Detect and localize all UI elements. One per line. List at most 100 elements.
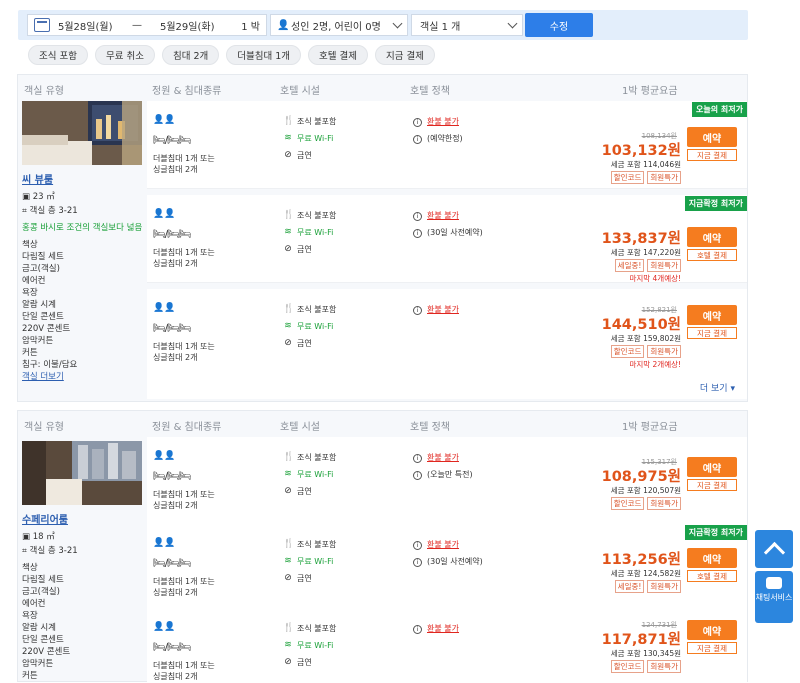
- pay-option[interactable]: 지금 결제: [687, 327, 737, 339]
- book-button[interactable]: 예약: [687, 227, 737, 247]
- header-capacity: 정원 & 침대종류: [152, 422, 222, 433]
- more-rates-link[interactable]: 더 보기 ▾: [700, 381, 735, 394]
- filter-chips: 조식 포함 무료 취소 침대 2개 더블침대 1개 호텔 결제 지금 결제: [28, 45, 435, 65]
- capacity-icons: 👤👤: [153, 303, 176, 313]
- price: 144,510원: [601, 317, 681, 333]
- room-amenities: 책상 다림질 세트 금고(객실) 에어컨 욕장 알람 시계 단일 콘센트 220…: [22, 239, 146, 383]
- room-info: 씨 뷰룸 ▣ 23 ㎡ ⌗ 객실 층 3-21 홍콩 바시로 조건의 객실보다 …: [22, 101, 146, 383]
- info-icon: i: [413, 471, 422, 480]
- modify-search-button[interactable]: 수정: [525, 13, 593, 37]
- book-button[interactable]: 예약: [687, 620, 737, 640]
- bed-icons: 🛏/🛏🛏: [153, 323, 191, 334]
- wifi-icon: ≋: [284, 133, 292, 143]
- book-button[interactable]: 예약: [687, 457, 737, 477]
- rate-row: 👤👤 🛏/🛏🛏 더블침대 1개 또는 싱글침대 2개 🍴 조식 불포함 ≋ 무료 Wi…: [147, 437, 747, 525]
- room-name-link[interactable]: 씨 뷰룸: [22, 171, 146, 186]
- header-price: 1박 평균요금: [622, 422, 678, 433]
- floor-icon: ⌗: [22, 206, 27, 216]
- scarcity-note: 마지막 4개예상!: [629, 274, 681, 283]
- room-size: ▣ 18 ㎡: [22, 532, 55, 542]
- bed-description: 더블침대 1개 또는 싱글침대 2개: [153, 342, 215, 362]
- facilities: 🍴 조식 불포함 ≋ 무료 Wi-Fi ⊘ 금연: [283, 301, 336, 352]
- price-with-tax: 세금 포함 130,345원: [610, 649, 681, 658]
- utensils-icon: 🍴: [283, 304, 295, 314]
- date-picker[interactable]: 5월28일(월) — 5월29일(화) 1 박: [27, 14, 267, 36]
- info-icon: i: [413, 212, 422, 221]
- utensils-icon: 🍴: [283, 623, 295, 633]
- no-smoking-icon: ⊘: [284, 338, 292, 348]
- pay-option[interactable]: 지금 결제: [687, 149, 737, 161]
- wifi-icon: ≋: [284, 556, 292, 566]
- guest-selector[interactable]: 👤 성인 2명, 어린이 0명: [270, 14, 408, 36]
- no-smoking-icon: ⊘: [284, 573, 292, 583]
- bed-description: 더블침대 1개 또는 싱글침대 2개: [153, 248, 215, 268]
- price-with-tax: 세금 포함 120,507원: [610, 486, 681, 495]
- book-button[interactable]: 예약: [687, 548, 737, 568]
- lowest-price-badge: 오늘의 최저가: [692, 102, 747, 117]
- pay-option[interactable]: 호텔 결제: [687, 570, 737, 582]
- bed-icons: 🛏/🛏🛏: [153, 229, 191, 240]
- size-icon: ▣: [22, 532, 31, 542]
- policy: i 환불 불가 i (30일 사전예약): [413, 207, 483, 241]
- book-button[interactable]: 예약: [687, 127, 737, 147]
- filter-pay-now[interactable]: 지금 결제: [375, 45, 435, 65]
- bed-icons: 🛏/🛏🛏: [153, 558, 191, 569]
- capacity-icons: 👤👤: [153, 115, 176, 125]
- price-with-tax: 세금 포함 114,046원: [610, 160, 681, 169]
- facilities: 🍴 조식 불포함 ≋ 무료 Wi-Fi ⊘ 금연: [283, 620, 336, 671]
- price-with-tax: 세금 포함 124,582원: [610, 569, 681, 578]
- bed-icons: 🛏/🛏🛏: [153, 471, 191, 482]
- utensils-icon: 🍴: [283, 539, 295, 549]
- room-section-superior: 객실 유형 정원 & 침대종류 호텔 시설 호텔 정책 1박 평균요금 수페리어…: [17, 410, 748, 683]
- capacity-icons: 👤👤: [153, 209, 176, 219]
- room-section-seaview: 객실 유형 정원 & 침대종류 호텔 시설 호텔 정책 1박 평균요금 씨 뷰룸…: [17, 74, 748, 402]
- search-bar: 5월28일(월) — 5월29일(화) 1 박 👤 성인 2명, 어린이 0명 …: [18, 10, 748, 40]
- nights-count: 1 박: [241, 21, 260, 33]
- room-size: ▣ 23 ㎡: [22, 192, 55, 202]
- info-icon: i: [413, 625, 422, 634]
- person-icon: 👤: [277, 20, 290, 31]
- price: 133,837원: [601, 231, 681, 247]
- header-facilities: 호텔 시설: [280, 422, 320, 433]
- bed-description: 더블침대 1개 또는 싱글침대 2개: [153, 577, 215, 597]
- utensils-icon: 🍴: [283, 116, 295, 126]
- no-smoking-icon: ⊘: [284, 486, 292, 496]
- room-photo[interactable]: [22, 441, 142, 505]
- info-icon: i: [413, 306, 422, 315]
- book-button[interactable]: 예약: [687, 305, 737, 325]
- filter-breakfast[interactable]: 조식 포함: [28, 45, 88, 65]
- pay-option[interactable]: 지금 결제: [687, 479, 737, 491]
- confirm-lowest-badge: 지금확정 최저가: [684, 196, 747, 211]
- chat-bubble-icon: [766, 577, 782, 589]
- wifi-icon: ≋: [284, 321, 292, 331]
- policy: i 환불 불가 i (30일 사전예약): [413, 536, 483, 570]
- rate-row: 👤👤 🛏/🛏🛏 더블침대 1개 또는 싱글침대 2개 🍴 조식 불포함 ≋ 무료 Wi…: [147, 101, 747, 189]
- filter-hotel-pay[interactable]: 호텔 결제: [308, 45, 369, 65]
- room-more-link[interactable]: 객실 더보기: [22, 371, 146, 383]
- facilities: 🍴 조식 불포함 ≋ 무료 Wi-Fi ⊘ 금연: [283, 207, 336, 258]
- pay-option[interactable]: 지금 결제: [687, 642, 737, 654]
- filter-two-beds[interactable]: 침대 2개: [161, 45, 220, 65]
- capacity-icons: 👤👤: [153, 538, 176, 548]
- header-facilities: 호텔 시설: [280, 86, 320, 97]
- guest-summary: 성인 2명, 어린이 0명: [291, 21, 381, 33]
- chat-service-button[interactable]: 채팅서비스: [755, 571, 793, 623]
- date-separator: —: [132, 19, 142, 31]
- filter-free-cancel[interactable]: 무료 취소: [94, 45, 155, 65]
- scarcity-note: 마지막 2개예상!: [629, 360, 681, 369]
- room-photo[interactable]: [22, 101, 142, 165]
- pay-option[interactable]: 호텔 결제: [687, 249, 737, 261]
- room-count-selector[interactable]: 객실 1 개: [411, 14, 523, 36]
- info-icon: i: [413, 229, 422, 238]
- header-room-type: 객실 유형: [24, 86, 64, 97]
- room-name-link[interactable]: 수페리어룸: [22, 511, 146, 526]
- scroll-top-button[interactable]: [755, 530, 793, 568]
- info-icon: i: [413, 558, 422, 567]
- room-amenities: 책상 다림질 세트 금고(객실) 에어컨 욕장 알람 시계 단일 콘센트 220…: [22, 563, 71, 681]
- utensils-icon: 🍴: [283, 210, 295, 220]
- price-with-tax: 세금 포함 159,802원: [610, 334, 681, 343]
- filter-double-bed[interactable]: 더블침대 1개: [226, 45, 302, 65]
- chevron-down-icon: [392, 18, 403, 29]
- info-icon: i: [413, 454, 422, 463]
- price-with-tax: 세금 포함 147,220원: [610, 248, 681, 257]
